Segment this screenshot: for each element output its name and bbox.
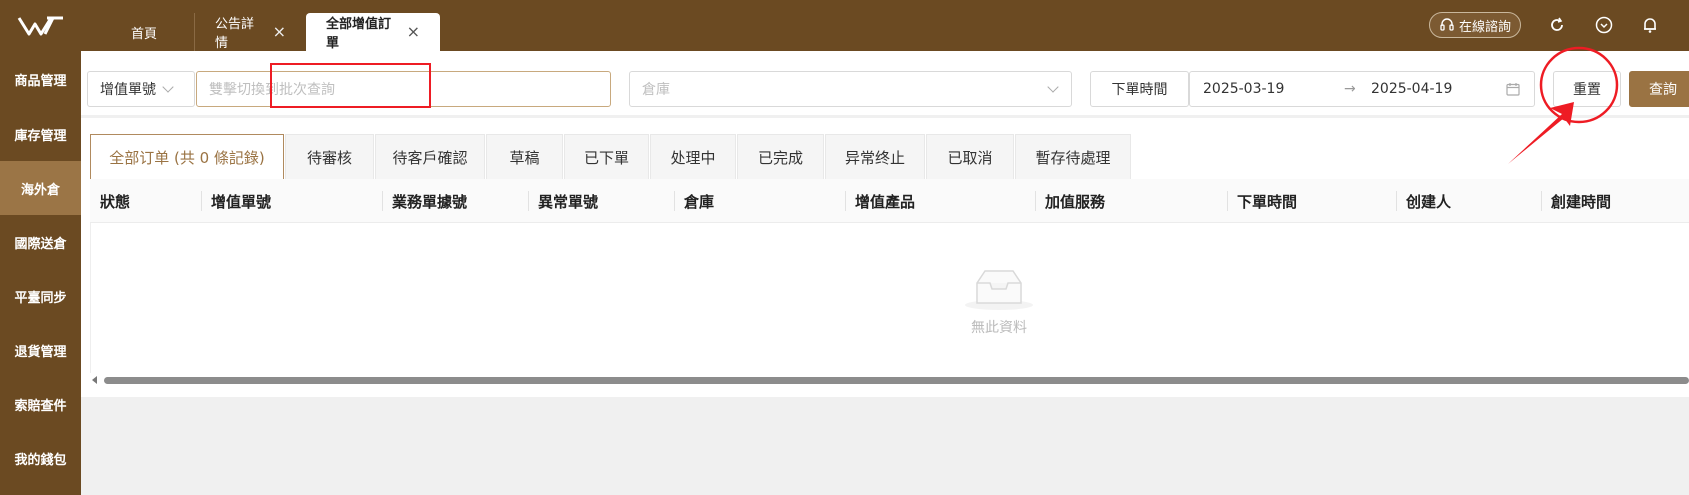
column-header[interactable]: 異常單號 — [528, 179, 598, 223]
column-header[interactable]: 增值單號 — [201, 179, 271, 223]
sidebar-item-wallet[interactable]: 我的錢包 — [0, 431, 81, 485]
column-header[interactable]: 加值服務 — [1035, 179, 1105, 223]
bell-icon[interactable] — [1639, 14, 1661, 36]
status-tab-label: 处理中 — [670, 148, 716, 167]
horizontal-scrollbar[interactable] — [90, 373, 1689, 387]
tab-completed[interactable]: 已完成 — [737, 134, 824, 179]
sidebar-item-label: 海外倉 — [20, 182, 60, 198]
date-type-select[interactable]: 下單時間 — [1090, 71, 1189, 107]
column-header[interactable]: 创建人 — [1396, 179, 1451, 223]
sidebar-item-inventory[interactable]: 庫存管理 — [0, 107, 81, 161]
date-type-label: 下單時間 — [1111, 82, 1168, 98]
refresh-icon[interactable] — [1546, 14, 1568, 36]
query-label: 查詢 — [1649, 82, 1677, 98]
tab-home[interactable]: 首頁 — [94, 13, 194, 51]
orders-panel: 全部订单 (共 0 條記錄) 待審核 待客戶確認 草稿 已下單 处理中 已完成 … — [81, 118, 1689, 397]
annotation-circle-arrow — [1508, 46, 1619, 164]
status-tab-label: 待客戶確認 — [392, 148, 468, 167]
tab-label: 全部增值訂單 — [326, 17, 392, 51]
date-start[interactable]: 2025-03-19 — [1203, 81, 1284, 97]
status-tab-label: 已下單 — [583, 148, 629, 167]
sidebar-item-platform-sync[interactable]: 平臺同步 — [0, 269, 81, 323]
status-tab-label: 已取消 — [947, 148, 993, 167]
table-header: 狀態 增值單號 業務單據號 異常單號 倉庫 增值產品 加值服務 下單時間 创建人… — [90, 179, 1689, 223]
sidebar-item-international-shipping[interactable]: 國際送倉 — [0, 215, 81, 269]
chevron-down-icon — [162, 81, 174, 93]
search-type-select[interactable]: 增值單號 — [87, 71, 195, 107]
status-tab-label: 异常终止 — [844, 148, 905, 167]
tab-abnormal-terminated[interactable]: 异常终止 — [825, 134, 925, 179]
status-tab-label: 草稿 — [509, 148, 540, 167]
date-range-arrow: → — [1344, 81, 1356, 97]
sidebar-item-products[interactable]: 商品管理 — [0, 51, 81, 107]
sidebar-item-label: 商品管理 — [14, 73, 67, 89]
headset-icon — [1440, 18, 1454, 31]
close-icon[interactable]: × — [407, 24, 420, 40]
column-header[interactable]: 創建時間 — [1541, 179, 1611, 223]
tab-ordered[interactable]: 已下單 — [564, 134, 649, 179]
column-header[interactable]: 狀態 — [90, 179, 130, 223]
annotation-highlight-rectangle — [270, 63, 431, 108]
column-header[interactable]: 增值產品 — [845, 179, 915, 223]
tab-all-value-added-orders[interactable]: 全部增值訂單 × — [306, 13, 440, 51]
tab-pending-review[interactable]: 待審核 — [285, 134, 374, 179]
tab-all-orders[interactable]: 全部订单 (共 0 條記錄) — [90, 134, 284, 179]
consult-label: 在線諮詢 — [1458, 19, 1511, 35]
tab-cancelled[interactable]: 已取消 — [926, 134, 1014, 179]
query-button[interactable]: 查詢 — [1629, 71, 1689, 107]
online-consult-button[interactable]: 在線諮詢 — [1429, 12, 1521, 38]
status-tabs: 全部订单 (共 0 條記錄) 待審核 待客戶確認 草稿 已下單 处理中 已完成 … — [90, 134, 1132, 179]
tab-on-hold[interactable]: 暫存待處理 — [1015, 134, 1131, 179]
column-header[interactable]: 倉庫 — [674, 179, 714, 223]
sidebar-item-label: 退貨管理 — [14, 344, 67, 360]
date-end[interactable]: 2025-04-19 — [1371, 81, 1452, 97]
warehouse-select[interactable]: 倉庫 — [629, 71, 1072, 107]
heart-icon[interactable] — [1593, 14, 1615, 36]
close-icon[interactable]: × — [273, 24, 286, 40]
sidebar-item-label: 索賠查件 — [14, 398, 67, 414]
tab-label: 公告詳情 — [215, 17, 255, 51]
brand-logo[interactable] — [0, 0, 81, 51]
date-range-picker[interactable]: 2025-03-19 → 2025-04-19 — [1189, 71, 1535, 107]
chevron-down-icon — [1047, 81, 1059, 93]
tab-label: 首頁 — [130, 26, 157, 42]
tab-processing[interactable]: 处理中 — [650, 134, 736, 179]
sidebar-item-claims[interactable]: 索賠查件 — [0, 377, 81, 431]
status-tab-label: 已完成 — [757, 148, 803, 167]
sidebar-item-returns[interactable]: 退貨管理 — [0, 323, 81, 377]
sidebar-item-overseas-warehouse[interactable]: 海外倉 — [0, 161, 81, 215]
sidebar: 商品管理 庫存管理 海外倉 國際送倉 平臺同步 退貨管理 索賠查件 我的錢包 — [0, 51, 81, 495]
status-tab-label: 暫存待處理 — [1035, 148, 1111, 167]
sidebar-item-label: 庫存管理 — [14, 128, 67, 144]
column-header[interactable]: 業務單據號 — [382, 179, 467, 223]
status-tab-label: 待審核 — [306, 148, 352, 167]
tab-pending-customer-confirm[interactable]: 待客戶確認 — [375, 134, 485, 179]
tab-notice-detail[interactable]: 公告詳情 × — [194, 13, 306, 51]
sidebar-item-label: 我的錢包 — [14, 452, 67, 468]
empty-inbox-icon — [965, 270, 1033, 310]
warehouse-placeholder: 倉庫 — [642, 82, 670, 98]
empty-state-text: 無此資料 — [971, 320, 1027, 336]
table-body: 無此資料 — [90, 223, 1689, 373]
empty-state: 無此資料 — [959, 265, 1039, 337]
tab-draft[interactable]: 草稿 — [486, 134, 563, 179]
main-content: 增值單號 雙擊切換到批次查詢 倉庫 下單時間 2025-03-19 → 2025… — [81, 51, 1689, 495]
page-tabs: 首頁 公告詳情 × 全部增值訂單 × — [94, 13, 440, 51]
column-header[interactable]: 下單時間 — [1227, 179, 1297, 223]
sidebar-item-label: 國際送倉 — [14, 236, 67, 252]
status-tab-label: 全部订单 (共 0 條記錄) — [109, 148, 265, 167]
sidebar-item-label: 平臺同步 — [14, 290, 67, 306]
scrollbar-thumb[interactable] — [104, 377, 1689, 384]
scroll-left-icon[interactable] — [92, 376, 97, 384]
top-header-bar: 首頁 公告詳情 × 全部增值訂單 × 在線諮詢 — [0, 0, 1689, 51]
search-type-value: 增值單號 — [100, 82, 156, 98]
